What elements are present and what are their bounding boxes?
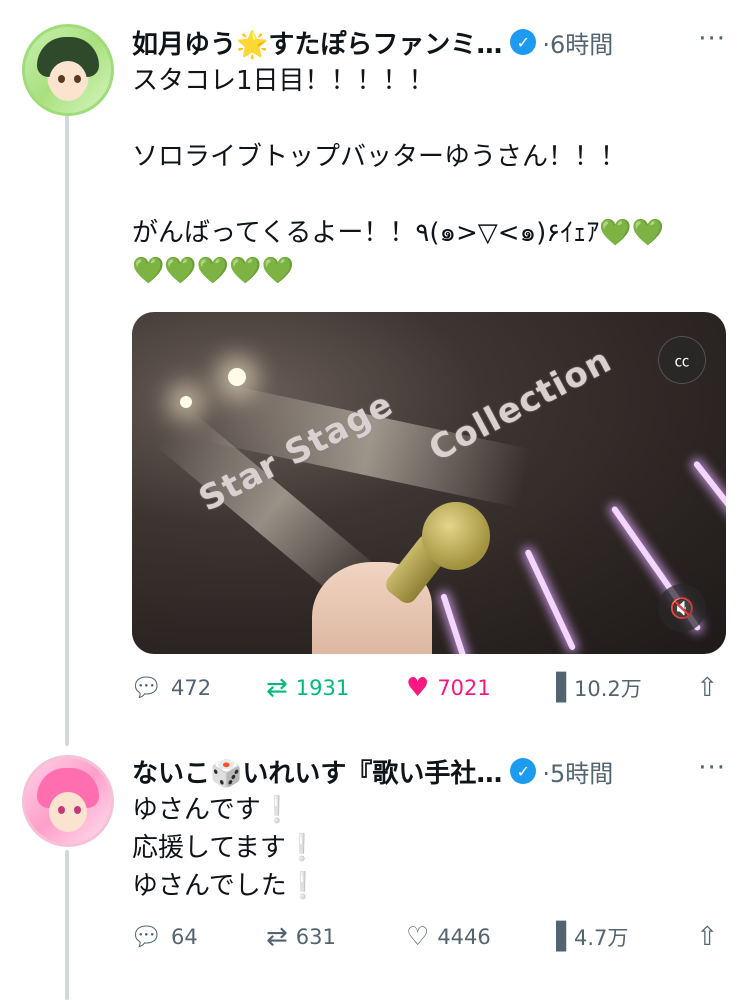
reply-count: 472 <box>171 676 212 700</box>
action-bar: 💬︎ 472 ⇄ 1931 ♥ 7021 ▐ 10.2万 ⇧ <box>130 668 726 708</box>
share-button[interactable]: ⇧ <box>696 924 726 950</box>
reply-button[interactable]: 💬︎ 472 <box>130 675 266 701</box>
retweet-button[interactable]: ⇄ 1931 <box>266 675 406 701</box>
share-upload-icon: ⇧ <box>696 673 718 703</box>
muted-speaker-icon[interactable]: 🔇 <box>658 584 706 632</box>
tweet-text: ゆさんです❕ 応援してます❕ ゆさんでした❕ <box>132 791 726 905</box>
more-options-icon[interactable]: ··· <box>698 753 726 783</box>
views-button[interactable]: ▐ 4.7万 <box>546 922 686 952</box>
verified-badge-icon: ✓ <box>510 758 537 784</box>
video-player[interactable]: Star Stage Collection ㏄ 🔇 <box>132 312 726 654</box>
tweet-text-line: ゆさんでした❕ <box>132 871 320 901</box>
like-button[interactable]: ♡ 4446 <box>406 924 546 950</box>
tweet-text: スタコレ1日目！！！！！ ソロライブトップバッターゆうさん！！！ がんばってくる… <box>132 62 726 290</box>
stage-spotlight <box>180 396 192 408</box>
author-name[interactable]: ないこ🎲いれいす『歌い手社… <box>132 753 502 790</box>
timestamp[interactable]: ·5時間 <box>542 754 613 789</box>
retweet-count: 1931 <box>295 676 350 700</box>
views-button[interactable]: ▐ 10.2万 <box>546 673 686 703</box>
tweet[interactable]: 如月ゆう🌟すたぽらファンミ… ✓ ·6時間 ··· スタコレ1日目！！！！！ ソ… <box>0 0 750 730</box>
tweet[interactable]: ないこ🎲いれいす『歌い手社… ✓ ·5時間 ··· ゆさんです❕ 応援してます❕… <box>0 735 750 1000</box>
heart-icon: ♡ <box>406 922 430 952</box>
tweet-header: ないこ🎲いれいす『歌い手社… ✓ ·5時間 ··· <box>132 751 726 791</box>
avatar[interactable] <box>22 755 114 847</box>
microphone-head <box>422 502 490 570</box>
reply-button[interactable]: 💬︎ 64 <box>130 924 266 950</box>
neon-light-bar <box>524 548 577 651</box>
reply-count: 64 <box>171 925 198 949</box>
view-count: 10.2万 <box>574 677 642 701</box>
avatar-eye <box>74 806 81 814</box>
tweet-text-line: 応援してます❕ <box>132 833 319 863</box>
tweet-text-line: 💚💚💚💚💚 <box>132 256 294 286</box>
retweet-arrows-icon: ⇄ <box>266 922 288 952</box>
retweet-arrows-icon: ⇄ <box>266 673 288 703</box>
bar-chart-icon: ▐ <box>546 673 566 703</box>
tweet-text-line: ゆさんです❕ <box>132 795 294 825</box>
avatar-face <box>49 61 87 101</box>
reply-bubble-icon: 💬︎ <box>130 673 164 703</box>
view-count: 4.7万 <box>574 926 629 950</box>
tweet-text-line: がんばってくるよー！！٩(๑>▽<๑)۶ｲｪｱ💚💚 <box>132 218 664 248</box>
tweet-header: 如月ゆう🌟すたぽらファンミ… ✓ ·6時間 ··· <box>132 22 726 62</box>
reply-bubble-icon: 💬︎ <box>130 922 164 952</box>
share-button[interactable]: ⇧ <box>696 675 726 701</box>
heart-icon: ♥ <box>406 673 430 703</box>
neon-light-bar <box>440 593 468 654</box>
timestamp[interactable]: ·6時間 <box>542 25 613 60</box>
more-options-icon[interactable]: ··· <box>698 24 726 54</box>
author-name[interactable]: 如月ゆう🌟すたぽらファンミ… <box>132 24 502 61</box>
like-count: 4446 <box>437 925 491 949</box>
like-count: 7021 <box>437 676 491 700</box>
avatar-eye <box>58 806 65 814</box>
action-bar: 💬︎ 64 ⇄ 631 ♡ 4446 ▐ 4.7万 ⇧ <box>130 917 726 957</box>
tweet-text-line: スタコレ1日目！！！！！ <box>132 66 435 96</box>
verified-badge-icon: ✓ <box>510 29 537 55</box>
bar-chart-icon: ▐ <box>546 922 566 952</box>
avatar-eye <box>74 75 81 83</box>
avatar-eye <box>58 75 65 83</box>
avatar-face <box>49 792 87 832</box>
neon-light-bar <box>692 460 726 520</box>
stage-spotlight <box>228 368 246 386</box>
like-button[interactable]: ♥ 7021 <box>406 675 546 701</box>
tweet-text-line: ソロライブトップバッターゆうさん！！！ <box>132 142 627 172</box>
captions-off-icon[interactable]: ㏄ <box>658 336 706 384</box>
share-upload-icon: ⇧ <box>696 922 718 952</box>
avatar[interactable] <box>22 24 114 116</box>
retweet-count: 631 <box>295 925 336 949</box>
retweet-button[interactable]: ⇄ 631 <box>266 924 406 950</box>
